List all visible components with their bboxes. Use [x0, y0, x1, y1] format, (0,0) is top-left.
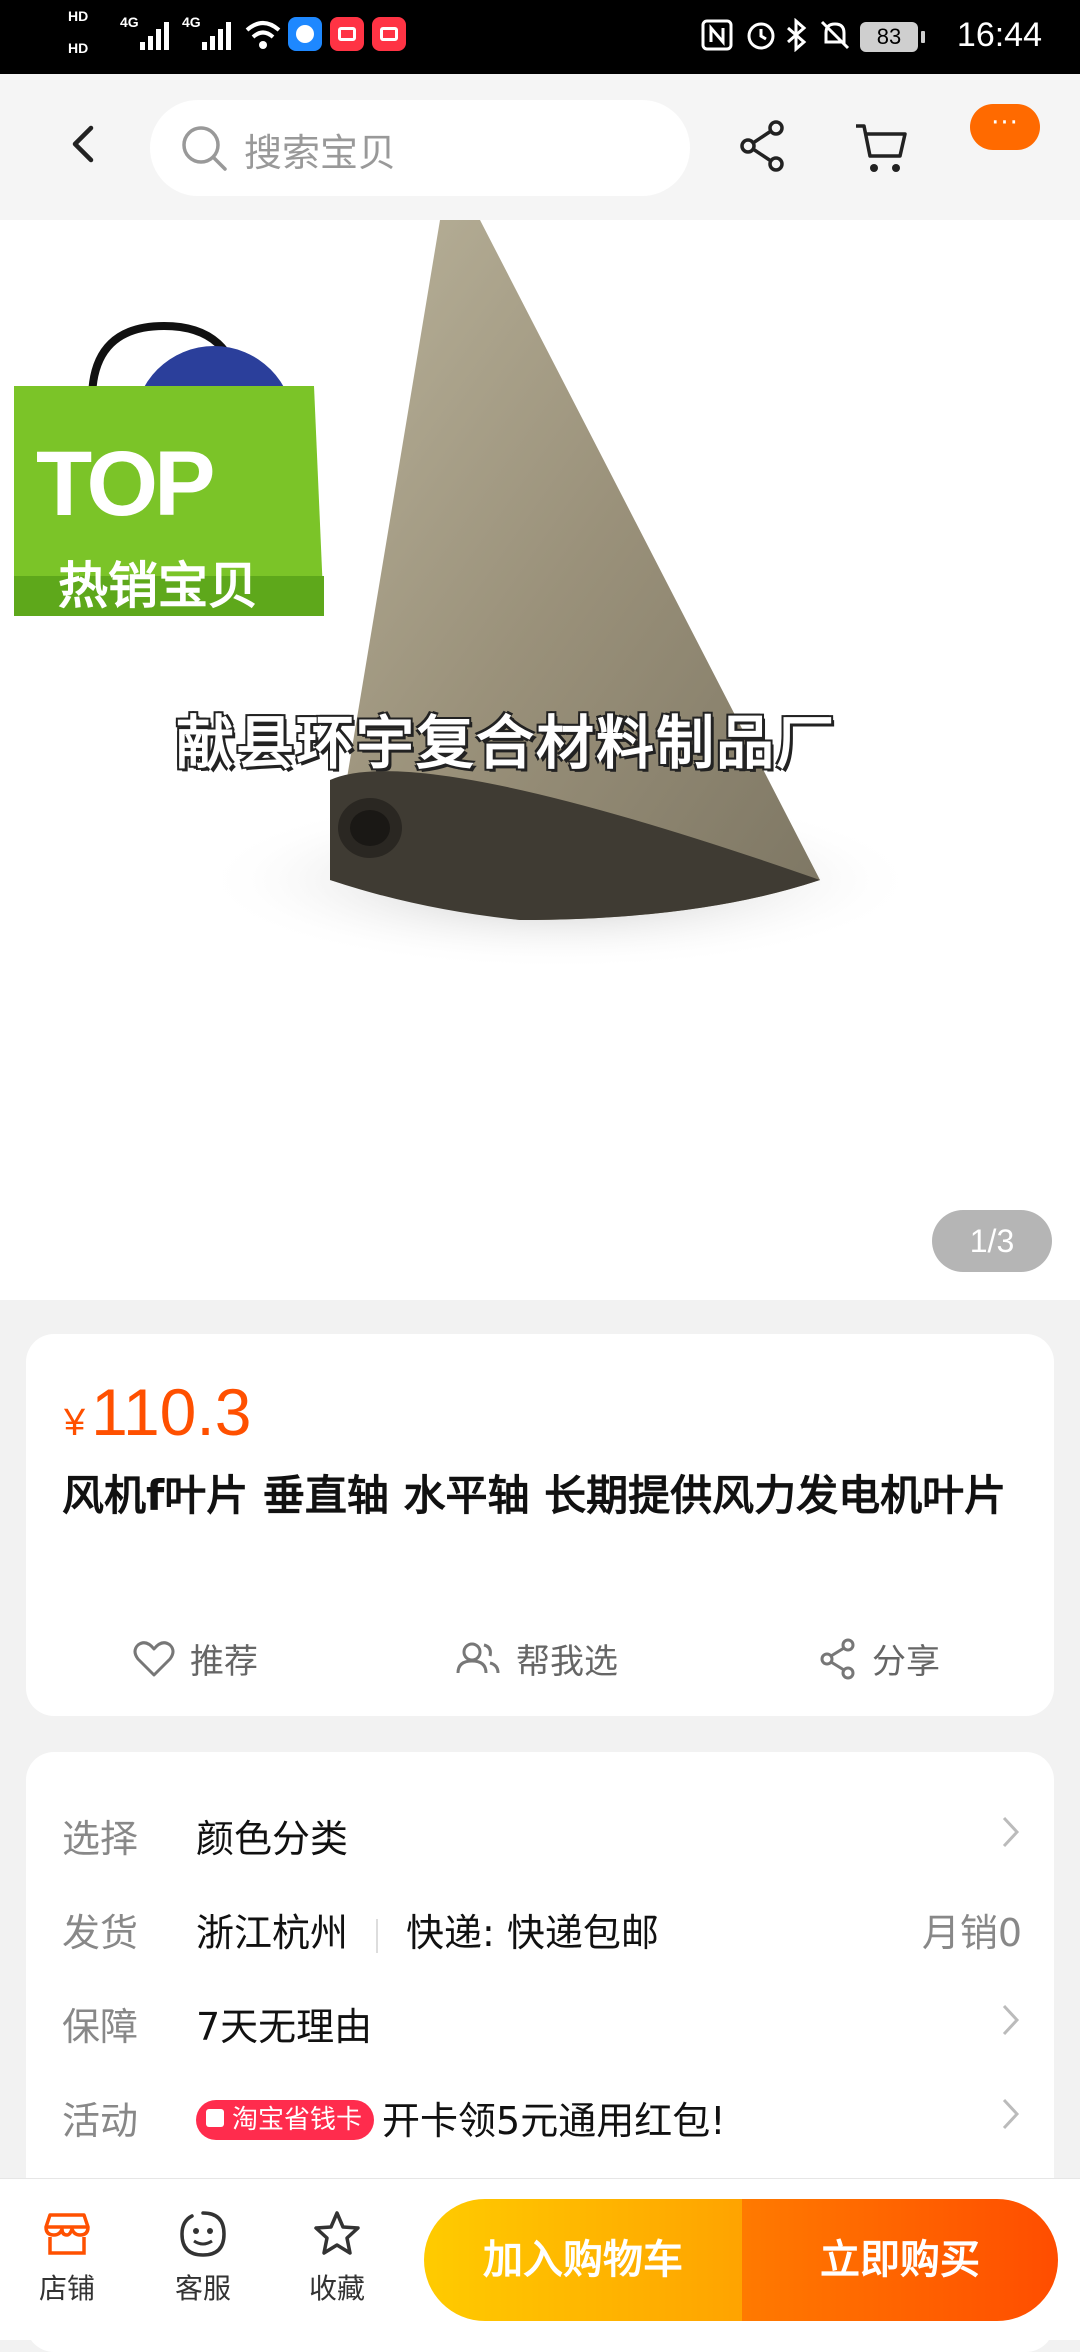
ship-info: 浙江杭州 快递: 快递包邮 — [196, 1902, 659, 1957]
badge-top-text: TOP — [36, 433, 215, 535]
network-label-2: 4G — [182, 14, 201, 30]
watermark-text: 献县环宇复合材料制品厂 — [176, 709, 837, 777]
share-button[interactable]: 分享 — [818, 1634, 940, 1683]
top-seller-badge: TOP 热销宝贝 — [14, 306, 332, 636]
back-icon[interactable] — [55, 114, 115, 174]
activity-label: 活动 — [62, 2099, 139, 2143]
mute-icon — [820, 20, 850, 50]
guarantee-label: 保障 — [62, 2005, 139, 2049]
ship-label: 发货 — [62, 1911, 139, 1955]
taobao-notification-icon — [330, 17, 364, 51]
more-menu-button[interactable]: ··· — [970, 104, 1040, 150]
divider — [376, 1918, 379, 1953]
hd-label-1: HD — [68, 8, 89, 24]
ship-from: 浙江杭州 — [196, 1911, 349, 1955]
price-card: ¥110.3 风机f叶片 垂直轴 水平轴 长期提供风力发电机叶片 推荐 帮我选 … — [26, 1334, 1054, 1716]
product-title: 风机f叶片 垂直轴 水平轴 长期提供风力发电机叶片 — [62, 1471, 1007, 1520]
top-nav: 搜索宝贝 ··· — [0, 74, 1080, 220]
savings-card-badge: 淘宝省钱卡 — [196, 2099, 375, 2140]
people-icon — [456, 1642, 500, 1673]
share-label: 分享 — [872, 1642, 940, 1682]
help-choose-label: 帮我选 — [516, 1642, 618, 1682]
cart-icon[interactable] — [852, 118, 912, 178]
bottom-action-bar: 店铺 客服 收藏 加入购物车 立即购买 — [0, 2178, 1080, 2340]
shop-button[interactable]: 店铺 — [22, 2209, 112, 2307]
currency-symbol: ¥ — [64, 1402, 86, 1444]
status-time: 16:44 — [956, 16, 1042, 54]
status-bar: HD HD 4G 4G 83 16:44 — [0, 0, 1080, 74]
badge-label: 淘宝省钱卡 — [232, 2104, 363, 2135]
chevron-right-icon — [1002, 1816, 1020, 1848]
bluetooth-icon — [787, 18, 807, 52]
select-label: 选择 — [62, 1817, 139, 1861]
guarantee-value: 7天无理由 — [196, 2005, 373, 2049]
badge-sub-text: 热销宝贝 — [58, 557, 258, 615]
alarm-icon — [747, 22, 775, 50]
nfc-icon — [701, 19, 733, 51]
taobao-notification-icon-2 — [372, 17, 406, 51]
buy-now-button[interactable]: 立即购买 — [742, 2199, 1058, 2321]
activity-content: 淘宝省钱卡 开卡领5元通用红包! — [196, 2090, 725, 2145]
recommend-label: 推荐 — [190, 1642, 258, 1682]
select-value: 颜色分类 — [196, 1817, 349, 1861]
store-icon — [44, 2213, 90, 2255]
favorite-button[interactable]: 收藏 — [292, 2209, 382, 2307]
app-notification-icon — [288, 17, 322, 51]
search-input[interactable]: 搜索宝贝 — [150, 100, 690, 196]
price-value: 110.3 — [91, 1375, 252, 1449]
chevron-right-icon — [1002, 2004, 1020, 2036]
hd-label-2: HD — [68, 40, 89, 56]
service-face-icon — [180, 2211, 226, 2257]
recommend-button[interactable]: 推荐 — [132, 1634, 258, 1683]
search-icon — [182, 126, 227, 171]
shop-label: 店铺 — [38, 2272, 95, 2305]
battery-icon: 83 — [860, 22, 925, 52]
signal-icon — [140, 22, 169, 50]
product-image-gallery[interactable]: TOP 热销宝贝 献县环宇复合材料制品厂 1/3 — [0, 220, 1080, 1300]
star-icon — [314, 2211, 360, 2255]
add-to-cart-button[interactable]: 加入购物车 — [424, 2199, 742, 2321]
price: ¥110.3 — [64, 1374, 251, 1450]
search-placeholder: 搜索宝贝 — [244, 131, 397, 175]
service-label: 客服 — [174, 2272, 231, 2305]
ship-method: 快递: 快递包邮 — [406, 1911, 659, 1955]
favorite-label: 收藏 — [308, 2272, 365, 2305]
monthly-sales: 月销0 — [921, 1911, 1022, 1955]
heart-icon — [133, 1640, 175, 1676]
share-icon[interactable] — [736, 118, 792, 174]
page-indicator: 1/3 — [932, 1210, 1052, 1272]
chevron-right-icon — [1002, 2098, 1020, 2130]
select-row[interactable]: 选择 颜色分类 — [62, 1802, 1022, 1862]
activity-value: 开卡领5元通用红包! — [382, 2099, 726, 2143]
network-label-1: 4G — [120, 14, 139, 30]
share-small-icon — [820, 1638, 855, 1679]
activity-row[interactable]: 活动 淘宝省钱卡 开卡领5元通用红包! — [62, 2084, 1022, 2144]
wifi-icon — [245, 21, 281, 49]
shipping-row: 发货 浙江杭州 快递: 快递包邮 月销0 — [62, 1896, 1022, 1956]
card-icon — [206, 2109, 224, 2127]
help-choose-button[interactable]: 帮我选 — [454, 1634, 618, 1683]
signal-icon-2 — [202, 22, 231, 50]
customer-service-button[interactable]: 客服 — [158, 2209, 248, 2307]
guarantee-row[interactable]: 保障 7天无理由 — [62, 1990, 1022, 2050]
